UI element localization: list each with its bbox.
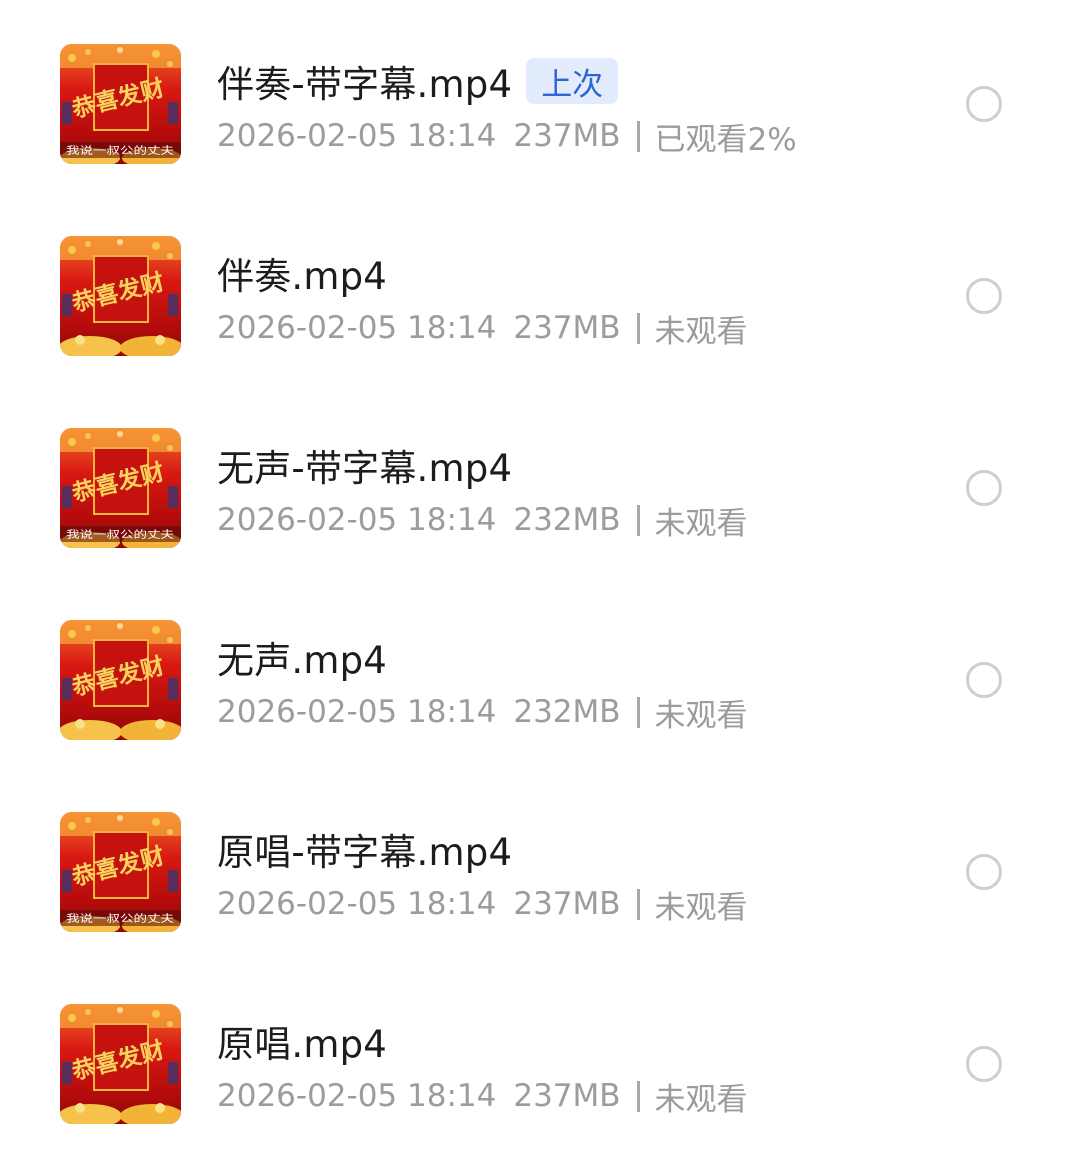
watch-status: 未观看 xyxy=(654,697,748,734)
meta-divider xyxy=(636,312,640,344)
file-date: 2026-02-05 18:14 xyxy=(217,1078,497,1114)
thumbnail-artwork: 恭喜发财 xyxy=(60,236,181,356)
select-radio-icon[interactable] xyxy=(966,1046,1002,1082)
file-meta: 2026-02-05 18:14 237MB 未观看 xyxy=(217,306,748,350)
thumbnail-artwork: 恭喜发财 我说一叔公的丈夫 xyxy=(60,812,181,932)
file-name: 原唱-带字幕.mp4 xyxy=(217,831,513,874)
file-size: 237MB xyxy=(513,886,621,922)
meta-divider xyxy=(636,888,640,920)
file-row[interactable]: 恭喜发财 原唱.mp4 2026-02-05 18:14 237MB 未观看 xyxy=(0,1004,1080,1164)
watch-status: 未观看 xyxy=(654,889,748,926)
meta-divider xyxy=(636,696,640,728)
file-size: 232MB xyxy=(513,694,621,730)
file-meta: 2026-02-05 18:14 232MB 未观看 xyxy=(217,690,748,734)
file-date: 2026-02-05 18:14 xyxy=(217,502,497,538)
select-radio-icon[interactable] xyxy=(966,854,1002,890)
file-name-line: 原唱-带字幕.mp4 xyxy=(217,824,512,874)
video-thumbnail: 恭喜发财 我说一叔公的丈夫 xyxy=(60,428,181,548)
file-meta: 2026-02-05 18:14 237MB 未观看 xyxy=(217,882,748,926)
file-meta: 2026-02-05 18:14 237MB 未观看 xyxy=(217,1074,748,1118)
file-size: 237MB xyxy=(513,1078,621,1114)
file-name: 原唱.mp4 xyxy=(217,1023,388,1066)
video-thumbnail: 恭喜发财 xyxy=(60,1004,181,1124)
meta-divider xyxy=(636,120,640,152)
video-thumbnail: 恭喜发财 我说一叔公的丈夫 xyxy=(60,44,181,164)
file-row[interactable]: 恭喜发财 我说一叔公的丈夫 伴奏-带字幕.mp4 上次 2026-02-05 1… xyxy=(0,44,1080,204)
meta-divider xyxy=(636,504,640,536)
file-row[interactable]: 恭喜发财 无声.mp4 2026-02-05 18:14 232MB 未观看 xyxy=(0,620,1080,780)
watch-status: 未观看 xyxy=(654,1081,748,1118)
file-size: 237MB xyxy=(513,310,621,346)
select-radio-icon[interactable] xyxy=(966,86,1002,122)
file-row[interactable]: 恭喜发财 我说一叔公的丈夫 原唱-带字幕.mp4 2026-02-05 18:1… xyxy=(0,812,1080,972)
meta-divider xyxy=(636,1080,640,1112)
thumbnail-caption: 我说一叔公的丈夫 xyxy=(66,912,174,925)
file-date: 2026-02-05 18:14 xyxy=(217,310,497,346)
file-name: 伴奏-带字幕.mp4 xyxy=(217,63,513,106)
watch-status: 未观看 xyxy=(654,313,748,350)
thumbnail-caption: 我说一叔公的丈夫 xyxy=(66,144,174,157)
video-thumbnail: 恭喜发财 我说一叔公的丈夫 xyxy=(60,812,181,932)
file-size: 237MB xyxy=(513,118,621,154)
file-size: 232MB xyxy=(513,502,621,538)
file-date: 2026-02-05 18:14 xyxy=(217,886,497,922)
file-name: 伴奏.mp4 xyxy=(217,255,388,298)
watch-status: 已观看2% xyxy=(654,121,797,158)
watch-status: 未观看 xyxy=(654,505,748,542)
file-meta: 2026-02-05 18:14 237MB 已观看2% xyxy=(217,114,797,158)
select-radio-icon[interactable] xyxy=(966,278,1002,314)
file-row[interactable]: 恭喜发财 伴奏.mp4 2026-02-05 18:14 237MB 未观看 xyxy=(0,236,1080,396)
file-name-line: 无声-带字幕.mp4 xyxy=(217,440,512,490)
video-thumbnail: 恭喜发财 xyxy=(60,236,181,356)
file-name: 无声.mp4 xyxy=(217,639,388,682)
select-radio-icon[interactable] xyxy=(966,470,1002,506)
select-radio-icon[interactable] xyxy=(966,662,1002,698)
file-name-line: 无声.mp4 xyxy=(217,632,387,682)
thumbnail-artwork: 恭喜发财 xyxy=(60,620,181,740)
video-file-list: 恭喜发财 我说一叔公的丈夫 伴奏-带字幕.mp4 上次 2026-02-05 1… xyxy=(0,0,1080,1124)
file-name-line: 伴奏-带字幕.mp4 上次 xyxy=(217,56,619,106)
file-name-line: 原唱.mp4 xyxy=(217,1016,387,1066)
thumbnail-artwork: 恭喜发财 我说一叔公的丈夫 xyxy=(60,44,181,164)
file-date: 2026-02-05 18:14 xyxy=(217,694,497,730)
file-date: 2026-02-05 18:14 xyxy=(217,118,497,154)
video-thumbnail: 恭喜发财 xyxy=(60,620,181,740)
thumbnail-artwork: 恭喜发财 xyxy=(60,1004,181,1124)
file-name-line: 伴奏.mp4 xyxy=(217,248,387,298)
file-meta: 2026-02-05 18:14 232MB 未观看 xyxy=(217,498,748,542)
file-row[interactable]: 恭喜发财 我说一叔公的丈夫 无声-带字幕.mp4 2026-02-05 18:1… xyxy=(0,428,1080,588)
last-played-badge: 上次 xyxy=(526,58,619,104)
file-name: 无声-带字幕.mp4 xyxy=(217,447,513,490)
thumbnail-artwork: 恭喜发财 我说一叔公的丈夫 xyxy=(60,428,181,548)
thumbnail-caption: 我说一叔公的丈夫 xyxy=(66,528,174,541)
